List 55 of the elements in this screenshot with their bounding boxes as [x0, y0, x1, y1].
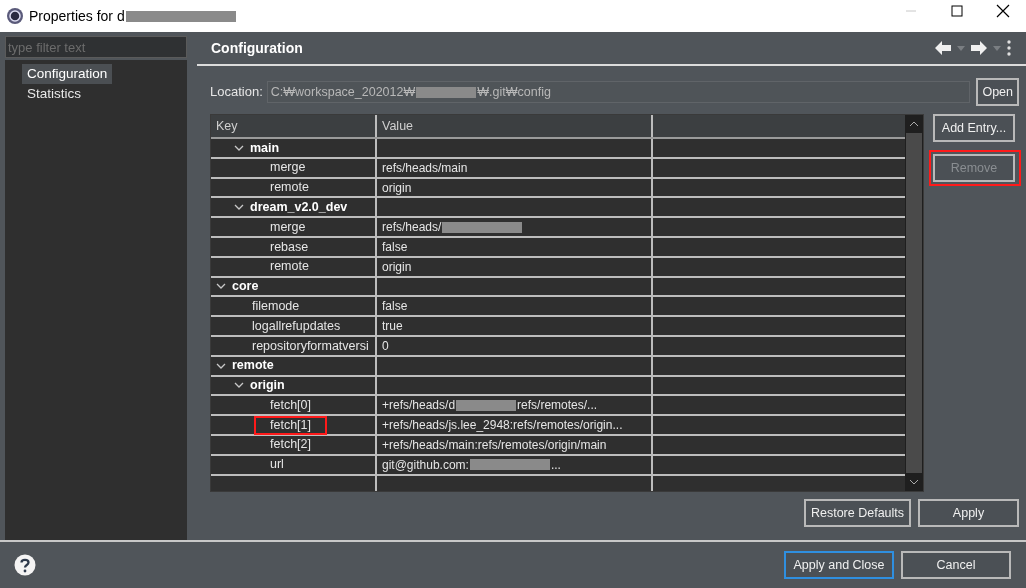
value-text: ₩.git₩config: [477, 83, 551, 101]
value-text: false: [382, 298, 408, 316]
key-cell-text: fetch[1]: [270, 416, 311, 434]
key-cell-text: dream_v2.0_dev: [250, 198, 348, 216]
add-entry-button[interactable]: Add Entry...: [933, 114, 1015, 142]
key-cell-text: remote: [270, 258, 309, 276]
key-cell-text: fetch[2]: [270, 436, 311, 454]
key-cell-text: filemode: [252, 297, 300, 315]
location-label: Location:: [210, 83, 263, 102]
forward-arrow-icon[interactable]: [971, 41, 987, 55]
scrollbar[interactable]: [905, 115, 923, 491]
value-text: +refs/heads/d: [382, 397, 456, 415]
key-cell-text: remote: [270, 179, 309, 197]
key-cell-text: merge: [270, 218, 306, 236]
location-field[interactable]: C:₩workspace_202012₩ ₩.git₩config: [266, 81, 971, 103]
key-cell-text: logallrefupdates: [252, 317, 341, 335]
more-icon[interactable]: [1007, 40, 1011, 56]
value-text: +refs/heads/main:refs/remotes/origin/main: [382, 436, 607, 454]
key-cell-text: merge: [270, 159, 306, 177]
window-title: Properties for d: [29, 6, 125, 26]
value-text: origin: [382, 258, 412, 276]
value-text: true: [382, 318, 403, 335]
apply-and-close-button[interactable]: Apply and Close: [784, 551, 894, 579]
value-text: ...: [550, 456, 561, 474]
value-text: 0: [382, 337, 389, 355]
value-text: false: [382, 238, 408, 256]
key-cell-text: core: [232, 278, 259, 296]
back-arrow-icon[interactable]: [935, 41, 951, 55]
value-text: git@github.com:: [382, 456, 469, 474]
value-text: refs/heads/main: [382, 159, 468, 177]
sidebar-item[interactable]: Configuration: [22, 64, 113, 84]
open-button[interactable]: Open: [976, 78, 1019, 106]
column-header[interactable]: Value: [377, 115, 653, 137]
gear-icon: [6, 7, 24, 25]
filter-field[interactable]: type filter text: [5, 36, 187, 58]
restore-defaults-button[interactable]: Restore Defaults: [804, 499, 911, 527]
value-text: +refs/heads/js.lee_2948:refs/remotes/origin...: [382, 417, 623, 434]
apply-button[interactable]: Apply: [918, 499, 1019, 527]
help-icon[interactable]: [14, 554, 36, 576]
key-cell-text: remote: [232, 357, 274, 375]
key-cell-text: url: [270, 456, 284, 474]
value-text: C:₩workspace_202012₩: [270, 83, 416, 101]
page-title: Configuration: [211, 38, 303, 58]
key-cell-text: repositoryformatversi: [252, 337, 369, 355]
value-text: refs/heads/: [382, 219, 442, 236]
sidebar-item[interactable]: Statistics: [22, 84, 86, 104]
key-cell-text: origin: [250, 377, 285, 395]
value-text: refs/remotes/...: [517, 397, 598, 415]
scroll-thumb[interactable]: [906, 133, 922, 473]
cancel-button[interactable]: Cancel: [901, 551, 1011, 579]
column-header[interactable]: Key: [211, 115, 377, 137]
key-cell-text: fetch[0]: [270, 396, 311, 414]
key-cell-text: main: [250, 139, 280, 157]
key-cell-text: rebase: [270, 238, 309, 256]
value-text: origin: [382, 179, 412, 197]
